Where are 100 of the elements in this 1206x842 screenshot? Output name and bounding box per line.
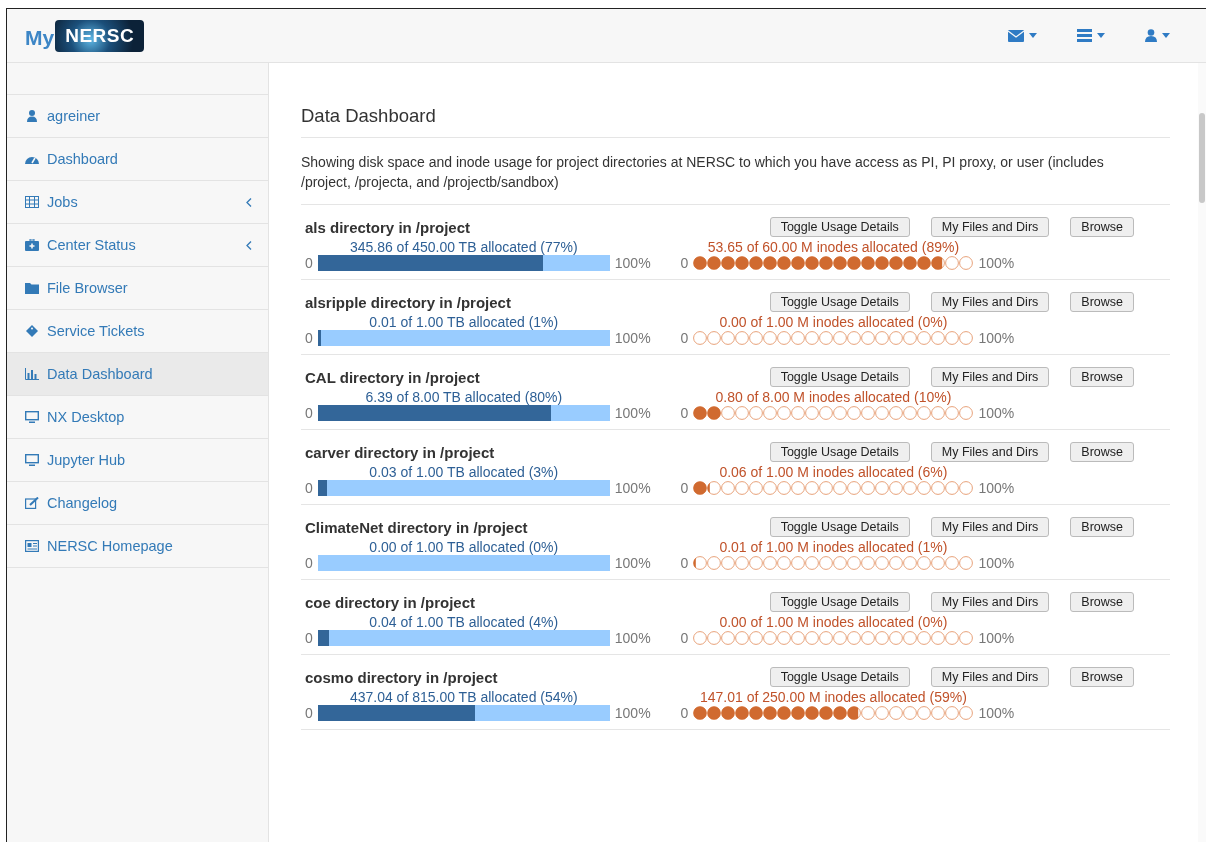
action-button[interactable]: My Files and Dirs [930,292,1050,312]
scale-min-label: 0 [680,480,689,496]
directory-name: carver directory in /project [305,443,495,461]
scale-min-label: 0 [680,555,689,571]
monitor-icon [25,454,39,466]
action-button[interactable]: Toggle Usage Details [769,667,910,687]
scale-min-label: 0 [305,330,313,346]
action-button[interactable]: Toggle Usage Details [769,592,910,612]
news-icon [25,540,39,552]
scale-max-label: 100% [614,480,651,496]
chart-icon [25,368,39,380]
scale-max-label: 100% [614,630,651,646]
envelope-icon [1008,29,1024,42]
inode-usage-label: 0.06 of 1.00 M inodes allocated (6%) [719,464,948,480]
caret-icon [1162,33,1170,38]
action-button[interactable]: Browse [1070,217,1134,237]
action-button[interactable]: My Files and Dirs [930,667,1050,687]
user-menu-button[interactable] [1145,29,1170,42]
server-stack-icon [1077,29,1092,42]
space-usage-label: 0.01 of 1.00 TB allocated (1%) [369,314,559,330]
action-button[interactable]: My Files and Dirs [930,517,1050,537]
scale-max-label: 100% [978,705,1015,721]
sidebar-item[interactable]: Jupyter Hub [7,439,268,482]
sidebar-item[interactable]: Changelog [7,482,268,525]
scale-min-label: 0 [305,480,313,496]
caret-icon [1029,33,1037,38]
directory-name: CAL directory in /project [305,368,480,386]
scale-max-label: 100% [614,255,651,271]
scale-min-label: 0 [305,405,313,421]
scale-min-label: 0 [680,705,689,721]
inode-usage-label: 0.01 of 1.00 M inodes allocated (1%) [719,539,948,555]
action-button[interactable]: Browse [1070,517,1134,537]
space-usage-label: 0.00 of 1.00 TB allocated (0%) [369,539,559,555]
scale-max-label: 100% [978,255,1015,271]
user-icon [25,110,39,122]
scale-max-label: 100% [614,330,651,346]
sidebar-item[interactable]: NX Desktop [7,396,268,439]
directory-name: alsripple directory in /project [305,293,511,311]
scale-min-label: 0 [680,330,689,346]
caret-icon [1097,33,1105,38]
action-button[interactable]: Toggle Usage Details [769,367,910,387]
ticket-icon [25,325,39,337]
space-usage-label: 0.04 of 1.00 TB allocated (4%) [369,614,559,630]
scale-max-label: 100% [614,555,651,571]
scale-max-label: 100% [978,330,1015,346]
action-button[interactable]: My Files and Dirs [930,217,1050,237]
scale-min-label: 0 [680,630,689,646]
action-button[interactable]: Toggle Usage Details [769,292,910,312]
folder-icon [25,282,39,294]
action-button[interactable]: Browse [1070,367,1134,387]
scale-min-label: 0 [305,555,313,571]
logo-brand: NERSC [55,19,145,52]
sidebar-item[interactable]: Dashboard [7,138,268,181]
page-title: Data Dashboard [301,105,1170,138]
inode-usage-label: 0.00 of 1.00 M inodes allocated (0%) [719,614,948,630]
directory-name: cosmo directory in /project [305,668,498,686]
directory-name: coe directory in /project [305,593,476,611]
scale-max-label: 100% [978,480,1015,496]
scale-max-label: 100% [978,630,1015,646]
scale-max-label: 100% [614,405,651,421]
action-button[interactable]: My Files and Dirs [930,442,1050,462]
table-icon [25,196,39,208]
medkit-icon [25,239,39,251]
action-button[interactable]: My Files and Dirs [930,367,1050,387]
action-button[interactable]: Toggle Usage Details [769,217,910,237]
action-button[interactable]: Toggle Usage Details [769,517,910,537]
action-button[interactable]: Browse [1070,667,1134,687]
action-button[interactable]: Browse [1070,592,1134,612]
logo[interactable]: My NERSC [25,19,145,52]
scale-max-label: 100% [978,405,1015,421]
space-usage-label: 437.04 of 815.00 TB allocated (54%) [349,689,578,705]
sidebar-item[interactable]: Data Dashboard [7,353,268,396]
inode-usage-label: 0.00 of 1.00 M inodes allocated (0%) [719,314,948,330]
sidebar-item[interactable]: Center Status [7,224,268,267]
logo-prefix: My [25,25,55,50]
directory-name: ClimateNet directory in /project [305,518,528,536]
user-icon [1145,29,1157,42]
scale-min-label: 0 [305,630,313,646]
page-description: Showing disk space and inode usage for project directories at NERSC to which you have access as PI, PI proxy, or user (includes /project, /projecta, and /projectb/sandbox) [301,152,1170,205]
space-usage-label: 345.86 of 450.00 TB allocated (77%) [349,239,578,255]
sidebar-item[interactable]: NERSC Homepage [7,525,268,568]
action-button[interactable]: My Files and Dirs [930,592,1050,612]
sidebar-item[interactable]: agreiner [7,95,268,138]
scale-min-label: 0 [680,255,689,271]
scale-min-label: 0 [305,255,313,271]
servers-menu-button[interactable] [1077,29,1105,42]
scale-max-label: 100% [978,555,1015,571]
scrollbar[interactable] [1198,63,1206,842]
space-usage-label: 6.39 of 8.00 TB allocated (80%) [365,389,563,405]
action-button[interactable]: Browse [1070,292,1134,312]
inode-usage-label: 0.80 of 8.00 M inodes allocated (10%) [715,389,952,405]
action-button[interactable]: Browse [1070,442,1134,462]
sidebar-item[interactable]: Jobs [7,181,268,224]
inode-usage-label: 147.01 of 250.00 M inodes allocated (59%) [699,689,967,705]
monitor-icon [25,411,39,423]
action-button[interactable]: Toggle Usage Details [769,442,910,462]
edit-icon [25,497,39,509]
scale-min-label: 0 [305,705,313,721]
sidebar-item[interactable]: File Browser [7,267,268,310]
mail-menu-button[interactable] [1008,29,1037,42]
